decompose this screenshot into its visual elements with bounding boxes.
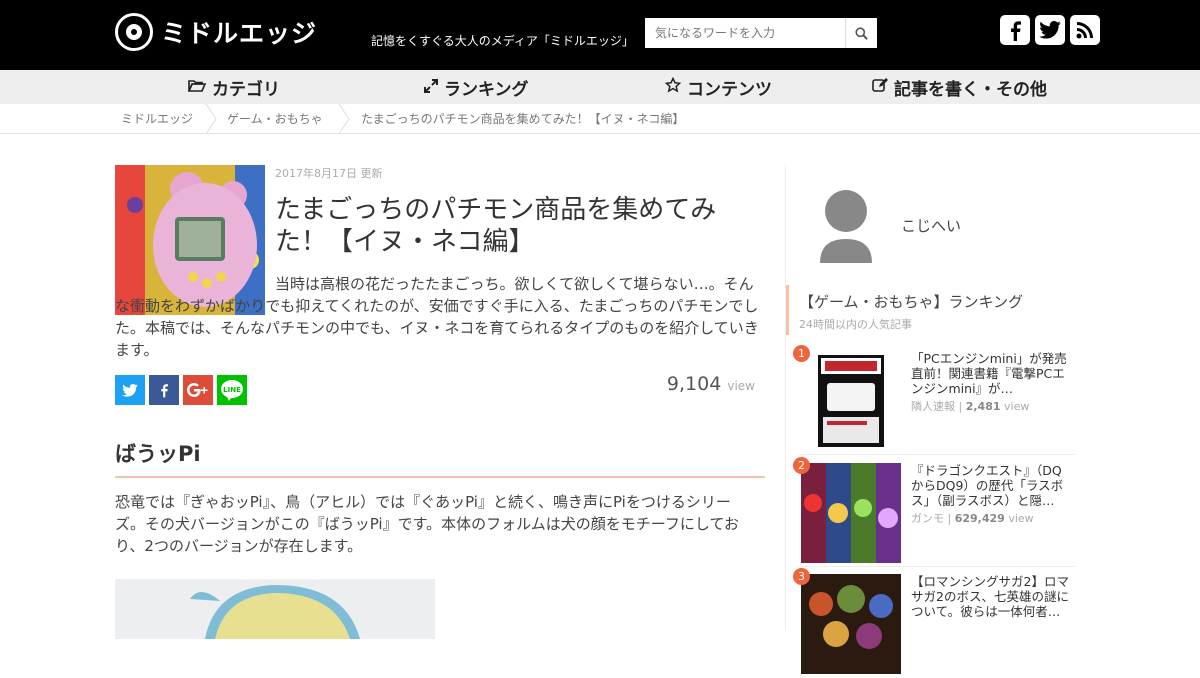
- share-line-button[interactable]: LINE: [217, 375, 247, 405]
- ranking-item[interactable]: 2 『ドラゴンクエスト』（DQからDQ9）の歴代「ラスボス」（副ラスボス）と隠……: [793, 457, 1076, 567]
- ranking-header: 【ゲーム・おもちゃ】ランキング 24時間以内の人気記事: [786, 285, 1076, 335]
- ranking-item-meta: 隣人速報 | 2,481 view: [911, 400, 1030, 413]
- view-count: 9,104 view: [667, 373, 755, 395]
- ranking-item-text: 『ドラゴンクエスト』（DQからDQ9）の歴代「ラスボス」（副ラスボス）と隠… ガ…: [911, 463, 1071, 526]
- ranking-item[interactable]: 1 「PCエンジンmini」が発売直前！関連書籍『電撃PCエンジンmini』が……: [793, 345, 1076, 455]
- rss-icon[interactable]: [1070, 15, 1100, 45]
- expand-icon: [424, 78, 438, 97]
- logo-text: ミドルエッジ: [161, 19, 318, 48]
- line-icon: LINE: [221, 380, 243, 401]
- breadcrumb-current: たまごっちのパチモン商品を集めてみた！【イヌ・ネコ編】: [361, 112, 685, 126]
- user-icon: [820, 190, 872, 263]
- rank-number: 3: [793, 568, 810, 585]
- article-image: [115, 579, 435, 639]
- share-buttons: LINE: [115, 375, 247, 405]
- site-header: ミドルエッジ 記憶をくすぐる大人のメディア「ミドルエッジ」: [0, 0, 1200, 70]
- breadcrumb-category[interactable]: ゲーム・おもちゃ: [227, 104, 323, 134]
- section-heading: ばうッPi: [115, 438, 765, 478]
- folder-open-icon: [187, 78, 207, 97]
- facebook-icon[interactable]: [1000, 15, 1030, 45]
- ranking-item-views: 2,481: [965, 400, 1001, 413]
- google-plus-icon: [187, 383, 208, 397]
- share-google-plus-button[interactable]: [183, 375, 213, 405]
- ranking-item-source: ガンモ: [911, 512, 944, 525]
- social-links: [1000, 15, 1100, 45]
- article-title: たまごっちのパチモン商品を集めてみた！【イヌ・ネコ編】: [275, 195, 717, 257]
- ranking-thumbnail: [801, 463, 901, 563]
- ranking-item-views: 629,429: [954, 512, 1005, 525]
- ranking-item-unit: view: [1004, 400, 1030, 413]
- breadcrumb-separator-icon: [338, 104, 350, 134]
- nav-ranking[interactable]: ランキング: [424, 70, 529, 104]
- author-avatar[interactable]: [816, 189, 876, 263]
- breadcrumb: ミドルエッジ ゲーム・おもちゃ たまごっちのパチモン商品を集めてみた！【イヌ・ネ…: [0, 104, 1200, 134]
- search-button[interactable]: [845, 18, 877, 48]
- ranking-thumbnail: [801, 351, 901, 451]
- share-facebook-button[interactable]: [149, 375, 179, 405]
- main-nav: カテゴリ ランキング コンテンツ 記事を書く・その他: [0, 70, 1200, 104]
- ranking-item-title: 【ロマンシングサガ2】ロマサガ2のボス、七英雄の謎について。彼らは一体何者…: [911, 574, 1069, 619]
- ranking-title: 【ゲーム・おもちゃ】ランキング: [799, 293, 1024, 311]
- breadcrumb-separator-icon: [205, 104, 217, 134]
- ranking-subtitle: 24時間以内の人気記事: [799, 318, 912, 331]
- logo-emblem-icon: [115, 13, 153, 51]
- ranking-item-unit: view: [1008, 512, 1034, 525]
- svg-text:LINE: LINE: [223, 386, 241, 394]
- ranking-thumbnail: [801, 574, 901, 674]
- author-name[interactable]: こじへい: [901, 215, 961, 236]
- article-date: 2017年8月17日 更新: [275, 167, 383, 180]
- nav-contents[interactable]: コンテンツ: [664, 70, 772, 104]
- share-twitter-button[interactable]: [115, 375, 145, 405]
- facebook-icon: [161, 384, 168, 398]
- star-icon: [664, 76, 682, 97]
- sidebar: こじへい 【ゲーム・おもちゃ】ランキング 24時間以内の人気記事 1 「PCエン…: [785, 165, 1076, 674]
- site-logo[interactable]: ミドルエッジ: [115, 13, 317, 51]
- nav-label: カテゴリ: [212, 79, 280, 100]
- search-form: [645, 18, 877, 48]
- search-icon: [855, 26, 868, 40]
- edit-icon: [872, 77, 888, 97]
- view-count-number: 9,104: [666, 373, 722, 395]
- ranking-item-title: 「PCエンジンmini」が発売直前！関連書籍『電撃PCエンジンmini』が…: [911, 351, 1067, 396]
- site-tagline: 記憶をくすぐる大人のメディア「ミドルエッジ」: [371, 34, 634, 48]
- article-lead: 当時は高根の花だったたまごっち。欲しくて欲しくて堪らない…。そんな衝動をわずかば…: [115, 275, 759, 359]
- nav-label: 記事を書く・その他: [894, 79, 1047, 100]
- nav-categories[interactable]: カテゴリ: [187, 70, 280, 104]
- ranking-item-text: 【ロマンシングサガ2】ロマサガ2のボス、七英雄の謎について。彼らは一体何者…: [911, 574, 1071, 619]
- ranking-item-text: 「PCエンジンmini」が発売直前！関連書籍『電撃PCエンジンmini』が… 隣…: [911, 351, 1071, 414]
- twitter-icon[interactable]: [1035, 15, 1065, 45]
- section-body: 恐竜では『ぎゃおッPi』、鳥（アヒル）では『ぐあッPi』と続く、鳴き声にPiをつ…: [115, 493, 739, 555]
- ranking-item-title: 『ドラゴンクエスト』（DQからDQ9）の歴代「ラスボス」（副ラスボス）と隠…: [911, 463, 1064, 508]
- ranking-item-source: 隣人速報: [911, 400, 955, 413]
- nav-write-other[interactable]: 記事を書く・その他: [872, 70, 1047, 104]
- ranking-item[interactable]: 3 【ロマンシングサガ2】ロマサガ2のボス、七英雄の謎について。彼らは一体何者…: [793, 568, 1076, 678]
- rank-number: 1: [793, 345, 810, 362]
- nav-label: コンテンツ: [687, 79, 772, 100]
- view-count-unit: view: [727, 379, 755, 393]
- nav-label: ランキング: [444, 79, 529, 100]
- breadcrumb-home[interactable]: ミドルエッジ: [121, 104, 193, 134]
- twitter-icon: [122, 383, 138, 397]
- search-input[interactable]: [645, 18, 845, 48]
- ranking-item-meta: ガンモ | 629,429 view: [911, 512, 1034, 525]
- rank-number: 2: [793, 457, 810, 474]
